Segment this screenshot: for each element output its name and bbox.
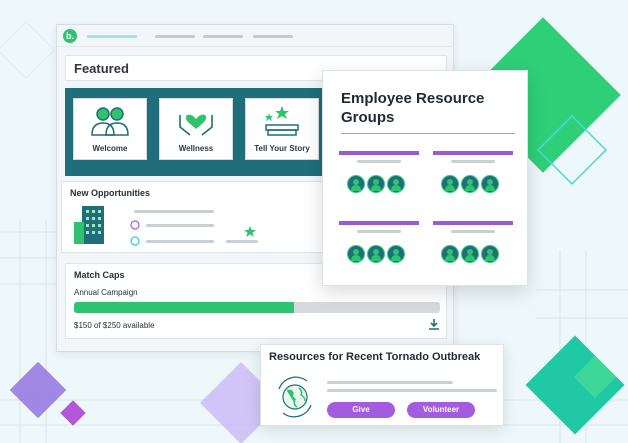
member-avatar-icon[interactable] bbox=[347, 245, 365, 263]
group-header-bar bbox=[339, 221, 419, 225]
tile-label: Wellness bbox=[178, 144, 214, 153]
placeholder-line bbox=[451, 230, 495, 233]
available-amount: $150 of $250 available bbox=[74, 321, 155, 330]
star-icon[interactable] bbox=[244, 226, 256, 238]
download-icon[interactable] bbox=[428, 318, 440, 330]
erg-title: Employee Resource Groups bbox=[341, 90, 485, 126]
give-button[interactable]: Give bbox=[327, 402, 395, 418]
placeholder-line bbox=[134, 210, 214, 213]
group-header-bar bbox=[433, 221, 513, 225]
globe-refresh-icon bbox=[278, 376, 312, 418]
placeholder-line bbox=[146, 224, 214, 227]
featured-title: Featured bbox=[74, 61, 129, 76]
member-avatar-icon[interactable] bbox=[347, 175, 365, 193]
top-bar: b. bbox=[57, 25, 453, 47]
tile-tell-your-story[interactable]: Tell Your Story bbox=[245, 98, 319, 160]
heart-hands-icon bbox=[179, 114, 213, 136]
member-avatar-icon[interactable] bbox=[481, 245, 499, 263]
placeholder-line bbox=[226, 240, 258, 243]
opportunities-title: New Opportunities bbox=[70, 188, 151, 198]
member-avatar-icon[interactable] bbox=[481, 175, 499, 193]
member-avatar-icon[interactable] bbox=[367, 175, 385, 193]
building-icon bbox=[74, 206, 104, 244]
member-avatar-icon[interactable] bbox=[461, 175, 479, 193]
erg-card[interactable]: Employee Resource Groups bbox=[322, 70, 528, 286]
placeholder-line bbox=[327, 389, 497, 392]
resources-card: Resources for Recent Tornado Outbreak Gi… bbox=[260, 344, 504, 426]
placeholder-line bbox=[357, 230, 401, 233]
opportunities-card[interactable]: New Opportunities bbox=[61, 181, 349, 253]
resources-title: Resources for Recent Tornado Outbreak bbox=[269, 351, 481, 363]
placeholder-line bbox=[451, 160, 495, 163]
progress-fill bbox=[74, 302, 294, 313]
brand-logo[interactable]: b. bbox=[63, 29, 77, 43]
group-header-bar bbox=[433, 151, 513, 155]
member-avatar-icon[interactable] bbox=[461, 245, 479, 263]
people-icon bbox=[91, 107, 129, 136]
campaign-label: Annual Campaign bbox=[74, 288, 138, 297]
group-header-bar bbox=[339, 151, 419, 155]
info-icon bbox=[130, 236, 140, 246]
divider bbox=[341, 133, 515, 134]
placeholder-line bbox=[146, 240, 214, 243]
tile-label: Welcome bbox=[92, 144, 128, 153]
nav-item[interactable] bbox=[155, 35, 195, 38]
placeholder-line bbox=[327, 381, 453, 384]
progress-track bbox=[74, 302, 440, 313]
volunteer-button[interactable]: Volunteer bbox=[407, 402, 475, 418]
placeholder-line bbox=[357, 160, 401, 163]
member-avatar-icon[interactable] bbox=[387, 175, 405, 193]
info-icon bbox=[130, 220, 140, 230]
tile-label: Tell Your Story bbox=[254, 144, 310, 153]
tile-wellness[interactable]: Wellness bbox=[159, 98, 233, 160]
member-avatar-icon[interactable] bbox=[441, 245, 459, 263]
book-stars-icon bbox=[265, 106, 299, 136]
tile-welcome[interactable]: Welcome bbox=[73, 98, 147, 160]
member-avatar-icon[interactable] bbox=[367, 245, 385, 263]
match-caps-title: Match Caps bbox=[74, 270, 125, 280]
member-avatar-icon[interactable] bbox=[387, 245, 405, 263]
nav-item[interactable] bbox=[203, 35, 243, 38]
nav-item-active[interactable] bbox=[87, 35, 137, 38]
nav-item[interactable] bbox=[253, 35, 293, 38]
member-avatar-icon[interactable] bbox=[441, 175, 459, 193]
